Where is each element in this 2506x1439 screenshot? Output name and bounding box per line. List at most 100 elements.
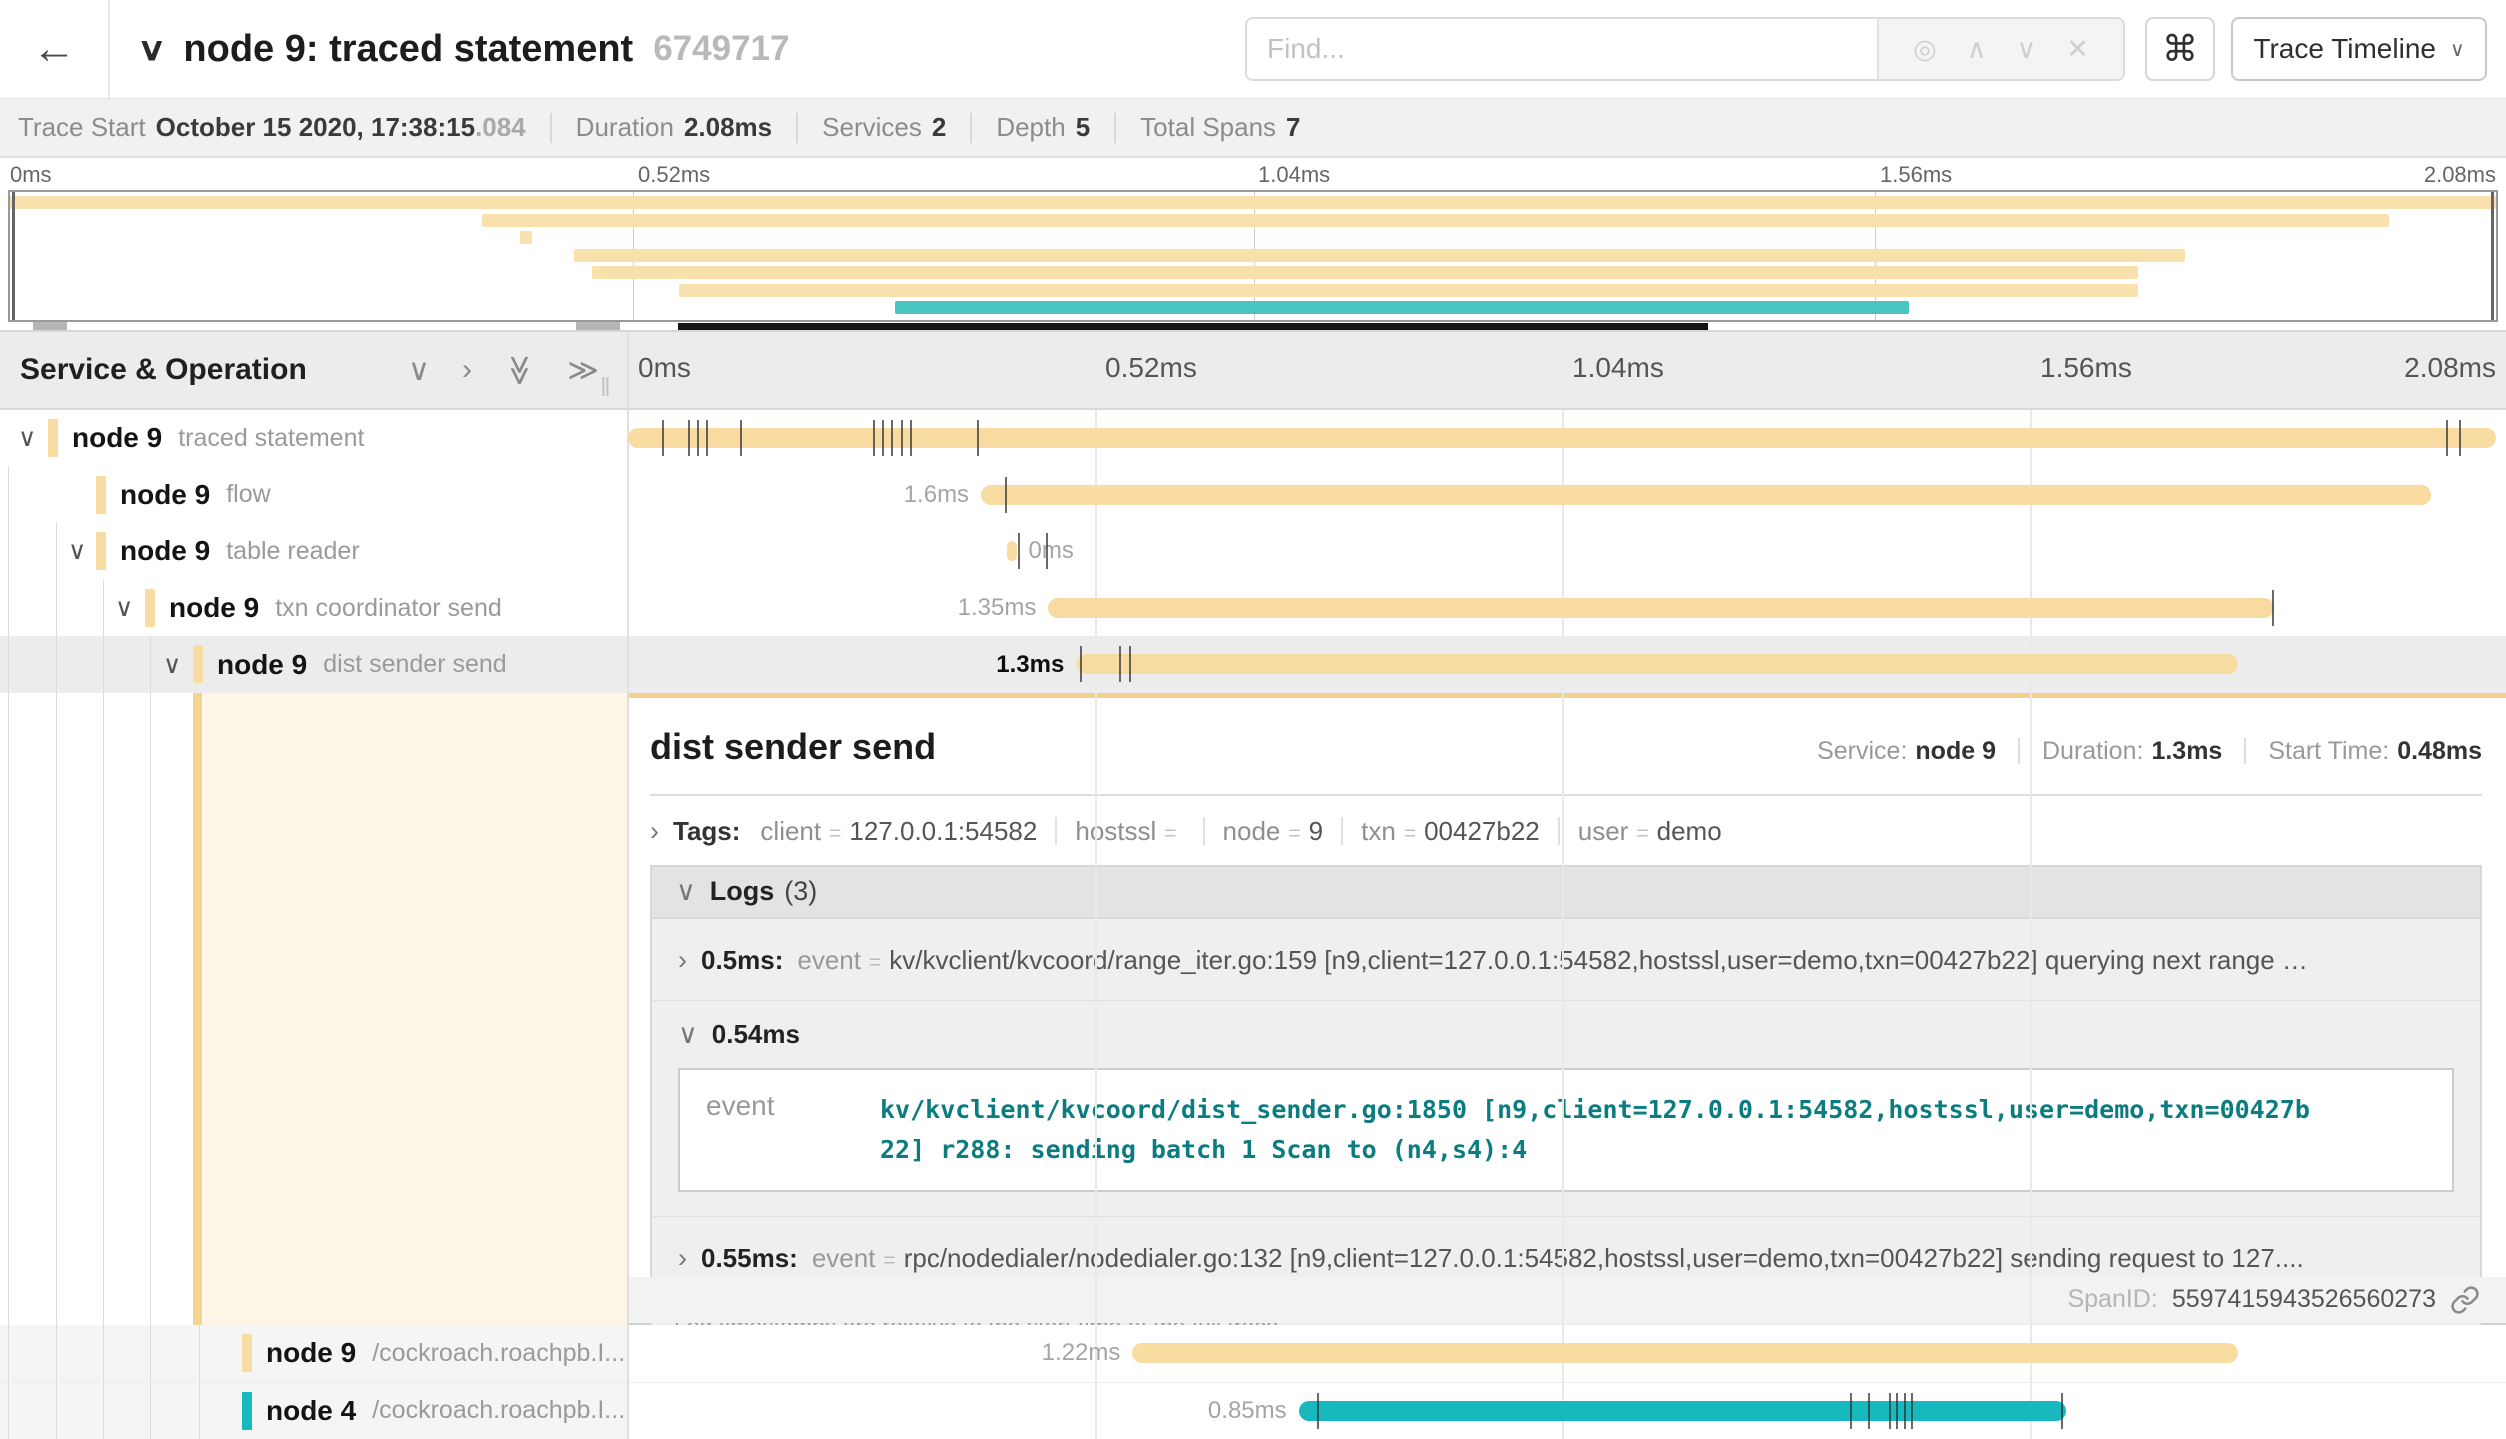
minimap-drag-handle[interactable]: [576, 322, 620, 330]
span-bar[interactable]: [1076, 654, 2238, 674]
span-tree-chevron-icon[interactable]: ∨: [68, 536, 86, 566]
span-bar[interactable]: [1007, 541, 1016, 561]
link-icon[interactable]: [2450, 1285, 2480, 1315]
minimap-canvas[interactable]: [8, 190, 2498, 322]
collapse-controls: ∨ › ≫ ≫: [408, 332, 599, 408]
span-row-traced-statement[interactable]: ∨ node 9 traced statement: [0, 410, 2506, 467]
span-tree-chevron-icon[interactable]: ∨: [163, 650, 181, 680]
prev-result-icon[interactable]: ∧: [1967, 34, 1987, 65]
log-marker-tick: [1904, 1393, 1906, 1429]
chevron-down-icon: ∨: [676, 876, 696, 907]
span-bar[interactable]: [1048, 598, 2273, 618]
span-service-name: node 9: [120, 479, 210, 511]
span-row-dist-sender-send[interactable]: ∨node 9dist sender send1.3ms: [0, 636, 2506, 693]
keyboard-shortcuts-button[interactable]: ⌘: [2145, 17, 2215, 81]
next-result-icon[interactable]: ∨: [2016, 34, 2036, 65]
selected-span-color-strip: [193, 693, 202, 1325]
log-marker-tick: [901, 420, 903, 456]
minimap-scrubber-right[interactable]: [2491, 192, 2494, 320]
minimap-scrubber-left[interactable]: [12, 192, 15, 320]
chevron-down-icon: ∨: [2450, 37, 2465, 62]
log-marker-tick: [1896, 1393, 1898, 1429]
locate-icon[interactable]: ◎: [1913, 34, 1937, 65]
minimap-view-range-bar[interactable]: [678, 323, 1708, 330]
span-detail-panel: dist sender send Service:node 9 Duration…: [628, 693, 2506, 1325]
selected-span-accent: [202, 693, 628, 1325]
span-row-txn-coordinator-send[interactable]: ∨node 9txn coordinator send1.35ms: [0, 580, 2506, 637]
indent-guide: [56, 636, 57, 693]
logs-header[interactable]: ∨ Logs (3): [652, 867, 2480, 919]
span-service-name: node 9: [120, 535, 210, 567]
span-detail-row: dist sender send Service:node 9 Duration…: [0, 693, 2506, 1325]
trace-title-group: ∨ node 9: traced statement 6749717: [140, 0, 789, 98]
clear-search-icon[interactable]: ✕: [2066, 34, 2089, 65]
log-marker-tick: [1889, 1393, 1891, 1429]
tag-item: txn=00427b22: [1361, 816, 1540, 847]
log-marker-tick: [882, 420, 884, 456]
detail-span-meta: Service:node 9 Duration:1.3ms Start Time…: [1817, 737, 2482, 766]
timeline-header: Service & Operation ∨ › ≫ ≫ ‖ 0ms 0.52ms…: [0, 330, 2506, 410]
minimap-tick-label: 2.08ms: [2424, 162, 2496, 188]
collapse-trace-chevron-icon[interactable]: ∨: [137, 30, 166, 68]
span-id-row: SpanID: 5597415943526560273: [628, 1277, 2506, 1323]
log-marker-tick: [1119, 646, 1121, 682]
detail-indent-gutter: [0, 693, 628, 1325]
back-arrow-icon: ←: [32, 24, 76, 74]
span-duration-label: 0.85ms: [1208, 1397, 1287, 1425]
indent-guide: [8, 1325, 9, 1382]
logs-label: Logs: [710, 876, 775, 907]
minimap-drag-handle[interactable]: [33, 322, 67, 330]
span-row-flow[interactable]: node 9flow1.6ms: [0, 467, 2506, 524]
view-selector-label: Trace Timeline: [2253, 33, 2436, 65]
back-button[interactable]: ←: [0, 0, 110, 98]
span-operation-name: traced statement: [178, 424, 364, 453]
tag-item: hostssl=: [1075, 816, 1184, 847]
span-operation-name: txn coordinator send: [275, 594, 502, 623]
indent-guide: [103, 636, 104, 693]
view-selector-button[interactable]: Trace Timeline ∨: [2231, 17, 2487, 81]
indent-guide: [103, 1325, 104, 1382]
chevron-right-icon: ›: [650, 816, 659, 847]
log-marker-tick: [1018, 533, 1020, 569]
span-bar[interactable]: [1132, 1343, 2238, 1363]
collapse-one-icon[interactable]: ∨: [408, 353, 430, 388]
expand-one-icon[interactable]: ›: [462, 353, 472, 387]
span-row--cockroach-roachpb-i-[interactable]: node 4/cockroach.roachpb.I...0.85ms: [0, 1382, 2506, 1439]
service-color-bar: [193, 645, 203, 683]
span-tree-chevron-icon[interactable]: ∨: [18, 423, 36, 453]
indent-guide: [103, 1383, 104, 1439]
span-id-label: SpanID:: [2067, 1285, 2157, 1314]
chevron-down-icon: ∨: [678, 1019, 698, 1050]
collapse-all-icon[interactable]: ≫: [502, 354, 537, 385]
span-service-name: node 9: [217, 649, 307, 681]
log-entry-collapsed[interactable]: › 0.5ms: event = kv/kvclient/kvcoord/ran…: [652, 919, 2480, 1000]
log-marker-tick: [2061, 1393, 2063, 1429]
trace-minimap: 0ms 0.52ms 1.04ms 1.56ms 2.08ms: [0, 158, 2506, 330]
service-color-bar: [48, 419, 58, 457]
span-tree-chevron-icon[interactable]: ∨: [115, 593, 133, 623]
tags-row[interactable]: › Tags: client=127.0.0.1:54582 hostssl= …: [650, 816, 2482, 847]
span-row--cockroach-roachpb-i-[interactable]: node 9/cockroach.roachpb.I...1.22ms: [0, 1325, 2506, 1382]
axis-tick-label: 0.52ms: [1105, 352, 1197, 384]
span-duration-label: 1.6ms: [904, 481, 969, 509]
trace-start: Trace Start October 15 2020, 17:38:15.08…: [18, 112, 526, 143]
log-marker-tick: [1080, 646, 1082, 682]
log-marker-tick: [891, 420, 893, 456]
find-input[interactable]: [1247, 19, 1877, 79]
log-entry-header[interactable]: ∨ 0.54ms: [652, 1001, 2480, 1062]
span-service-name: node 9: [72, 422, 162, 454]
service-color-bar: [242, 1392, 252, 1430]
column-resize-grip[interactable]: ‖: [600, 372, 611, 403]
minimap-span-bar: [10, 196, 2496, 209]
span-bar[interactable]: [1299, 1401, 2067, 1421]
span-bar[interactable]: [981, 485, 2431, 505]
expand-all-icon[interactable]: ≫: [567, 353, 598, 388]
span-operation-name: dist sender send: [323, 650, 506, 679]
span-id-value: 5597415943526560273: [2172, 1285, 2436, 1314]
tag-item: client=127.0.0.1:54582: [760, 816, 1037, 847]
span-bar[interactable]: [628, 428, 2496, 448]
trace-duration: Duration2.08ms: [576, 112, 772, 143]
indent-guide: [56, 523, 57, 580]
trace-id: 6749717: [653, 29, 789, 69]
span-row-table-reader[interactable]: ∨node 9table reader0ms: [0, 523, 2506, 580]
